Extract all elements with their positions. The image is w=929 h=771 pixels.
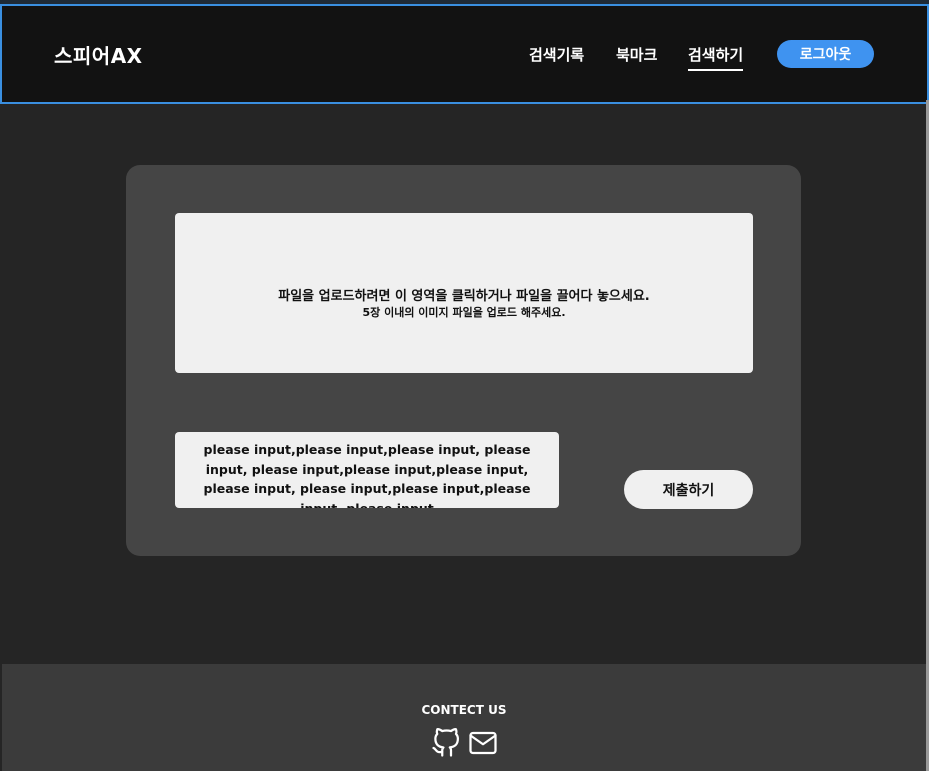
nav-bookmark[interactable]: 북마크 [616, 44, 657, 65]
dropzone-instruction: 파일을 업로드하려면 이 영역을 클릭하거나 파일을 끌어다 놓으세요. [278, 289, 650, 304]
nav-search-history[interactable]: 검색기록 [529, 44, 584, 65]
app-logo[interactable]: 스피어AX [54, 40, 143, 69]
file-dropzone[interactable]: 파일을 업로드하려면 이 영역을 클릭하거나 파일을 끌어다 놓으세요. 5장 … [175, 213, 753, 373]
footer-title: CONTECT US [421, 703, 507, 717]
upload-panel: 파일을 업로드하려면 이 영역을 클릭하거나 파일을 끌어다 놓으세요. 5장 … [126, 165, 801, 556]
top-navbar: 스피어AX 검색기록 북마크 검색하기 로그아웃 [0, 4, 929, 104]
dropzone-hint: 5장 이내의 이미지 파일을 업로드 해주세요. [362, 306, 566, 319]
logout-button[interactable]: 로그아웃 [777, 40, 874, 68]
nav-search[interactable]: 검색하기 [688, 44, 744, 71]
mail-icon[interactable] [468, 728, 498, 762]
github-icon[interactable] [431, 728, 461, 762]
footer: CONTECT US [2, 664, 926, 771]
prompt-textarea[interactable]: please input,please input,please input, … [175, 432, 559, 508]
submit-button[interactable]: 제출하기 [624, 470, 753, 509]
